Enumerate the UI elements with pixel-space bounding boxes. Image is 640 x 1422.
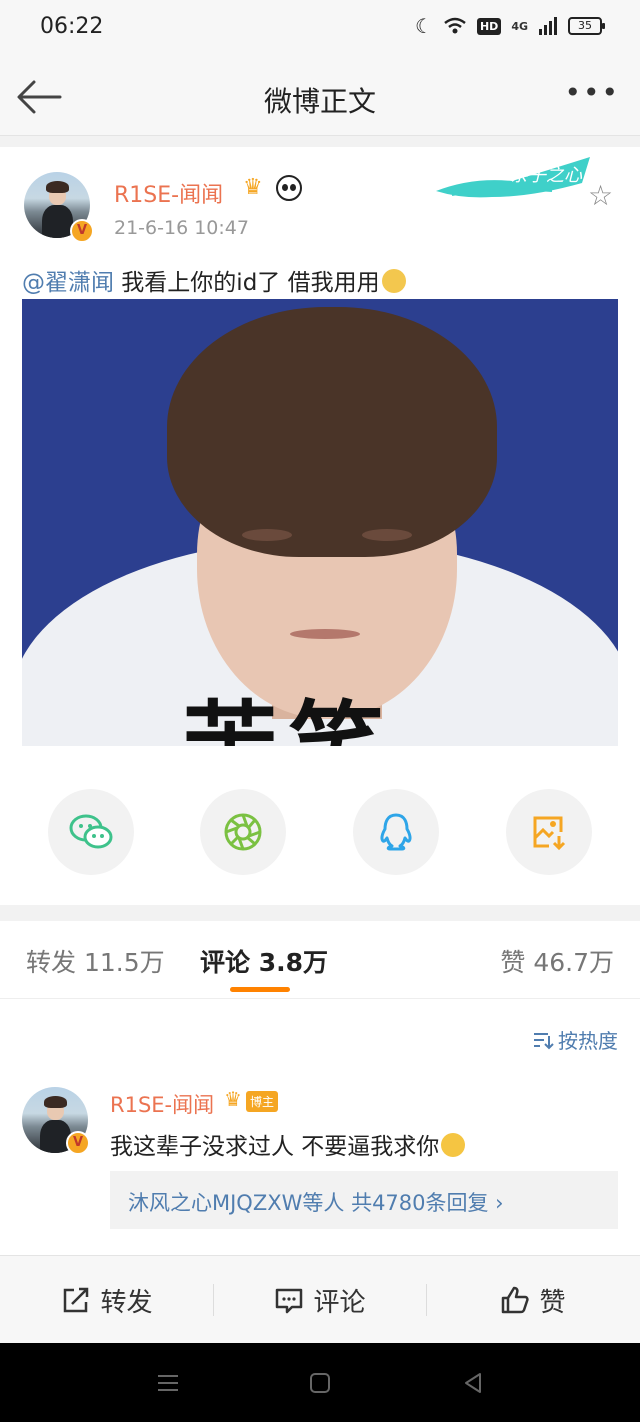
battery-icon: 35 [568,17,605,35]
thumbs-up-icon [502,1286,530,1314]
bottom-action-bar: 转发 评论 赞 [0,1255,640,1343]
active-tab-indicator [230,987,290,992]
title-bar: 微博正文 ••• [0,58,640,136]
image-hair [167,307,497,557]
repost-button[interactable]: 转发 [0,1256,213,1344]
post-body: 我看上你的id了 借我用用 [114,270,380,296]
repost-icon [64,1287,89,1313]
save-image-icon [533,816,566,851]
signal-icon [539,17,557,35]
page-title: 微博正文 [263,85,376,118]
share-row [0,789,640,875]
wifi-icon [444,17,466,34]
repost-label: 转发 [100,1287,153,1318]
brand-logo-text: 亲子之心 [510,165,583,186]
wechat-icon [69,814,113,849]
qq-icon [380,813,412,851]
hd-icon: HD [476,17,502,35]
author-name[interactable]: R1SE-闻闻 [114,177,223,209]
back-triangle-icon[interactable] [462,1371,484,1395]
avatar-hair [44,1096,67,1109]
comment-crown-icon: ♛ [224,1087,242,1111]
mention-link[interactable]: @翟潇闻 [22,270,114,296]
network-label: 4G [511,19,528,33]
comment-label: 评论 [313,1287,366,1318]
sort-label: 按热度 [558,1029,618,1053]
menu-icon[interactable] [156,1371,180,1395]
comment-text: 我这辈子没求过人 不要逼我求你 [110,1127,466,1161]
avatar-body [42,205,73,238]
more-options-icon[interactable]: ••• [564,76,620,109]
save-image-button[interactable] [506,789,592,875]
panda-icon [276,175,302,201]
blogger-tag: 博主 [246,1091,279,1112]
status-bar: 06:22 ☾ HD 4G 35 [0,0,640,58]
replies-users: 沐风之心MJQZXW等人 [128,1191,345,1215]
status-icons: ☾ HD 4G 35 [415,14,605,38]
avatar-hair [46,181,69,194]
tab-reposts[interactable]: 转发 11.5万 [26,943,165,979]
thinking-emoji-icon [441,1133,466,1157]
replies-text: 沐风之心MJQZXW等人 共4780条回复 › [128,1187,504,1217]
status-time: 06:22 [40,14,104,39]
post-image[interactable]: 苦笑 [22,299,618,746]
comment-list: 按热度 V R1SE-闻闻 ♛ 博主 我这辈子没求过人 不要逼我求你 沐风之心M… [0,999,640,1255]
image-mouth [290,629,360,639]
image-eye-right [362,529,412,541]
tab-likes[interactable]: 赞 46.7万 [500,943,614,979]
replies-summary[interactable]: 沐风之心MJQZXW等人 共4780条回复 › [110,1171,618,1229]
like-button[interactable]: 赞 [426,1256,639,1344]
like-label: 赞 [539,1287,566,1318]
sort-toggle[interactable]: 按热度 [532,1025,618,1054]
image-caption: 苦笑 [182,669,394,746]
moon-icon: ☾ [415,14,433,38]
stats-tabs: 转发 11.5万 评论 3.8万 赞 46.7万 [0,921,640,999]
share-wechat-button[interactable] [48,789,134,875]
post-text: @翟潇闻 我看上你的id了 借我用用 [22,263,406,297]
share-qq-button[interactable] [353,789,439,875]
brand-logo: 亲子之心 [436,157,590,198]
comment-button[interactable]: 评论 [213,1256,426,1344]
sort-icon [534,1032,554,1049]
post-time: 21-6-16 10:47 [114,217,249,239]
post-card: V R1SE-闻闻 ♛ 21-6-16 10:47 亲子之心 ☆ @翟潇闻 我看… [0,147,640,905]
tab-comments[interactable]: 评论 3.8万 [200,943,328,979]
share-moments-button[interactable] [200,789,286,875]
verified-badge-icon: V [70,219,94,243]
doge-emoji-icon [381,269,406,293]
home-icon[interactable] [309,1371,331,1395]
comment-verified-badge-icon: V [66,1131,90,1155]
image-eye-left [242,529,292,541]
comment-author[interactable]: R1SE-闻闻 [110,1089,214,1119]
system-nav-bar [0,1343,640,1422]
favorite-star-icon[interactable]: ☆ [588,179,613,212]
replies-count: 共4780条回复 › [344,1191,504,1215]
comment-icon [276,1288,303,1314]
moments-icon [224,813,262,851]
comment-body: 我这辈子没求过人 不要逼我求你 [110,1134,440,1160]
crown-icon: ♛ [243,175,263,200]
